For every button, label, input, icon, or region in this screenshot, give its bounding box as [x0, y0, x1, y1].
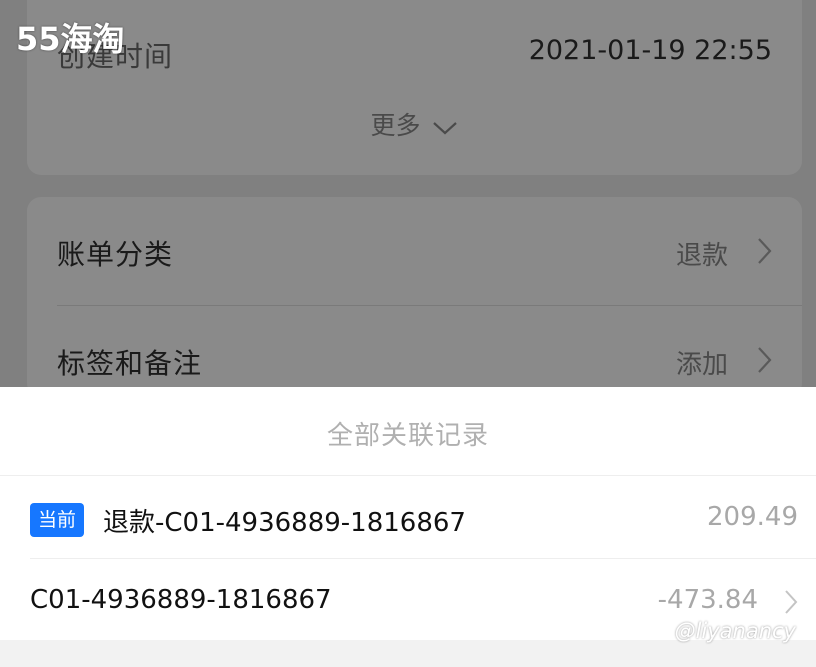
created-time-value: 2021-01-19 22:55 [528, 35, 772, 66]
current-badge: 当前 [30, 503, 85, 537]
record-name: 退款-C01-4936889-1816867 [103, 508, 466, 538]
sheet-title: 全部关联记录 [326, 421, 489, 451]
chevron-down-icon [432, 113, 458, 142]
chevron-right-icon [784, 589, 798, 619]
more-toggle[interactable]: 更多 [27, 106, 802, 142]
bill-category-label: 账单分类 [57, 238, 174, 271]
record-row-current[interactable]: 当前 退款-C01-4936889-1816867 209.49 [0, 476, 816, 558]
site-logo: 55海淘 [16, 20, 125, 58]
tags-notes-label: 标签和备注 [57, 347, 203, 380]
bottom-strip [0, 640, 816, 667]
related-records-sheet: 全部关联记录 当前 退款-C01-4936889-1816867 209.49 … [0, 387, 816, 667]
more-label: 更多 [370, 111, 421, 140]
chevron-right-icon [756, 346, 772, 378]
bill-category-value: 退款 [675, 241, 728, 271]
record-amount: 209.49 [707, 502, 798, 532]
record-amount: -473.84 [657, 585, 758, 615]
detail-card: 创建时间 2021-01-19 22:55 更多 [27, 0, 802, 175]
tags-notes-value: 添加 [675, 350, 728, 380]
watermark: @liyanancy [674, 619, 796, 643]
bill-category-row[interactable]: 账单分类 退款 [27, 197, 802, 305]
settings-card: 账单分类 退款 标签和备注 添加 [27, 197, 802, 397]
record-name: C01-4936889-1816867 [30, 585, 332, 615]
chevron-right-icon [756, 237, 772, 269]
